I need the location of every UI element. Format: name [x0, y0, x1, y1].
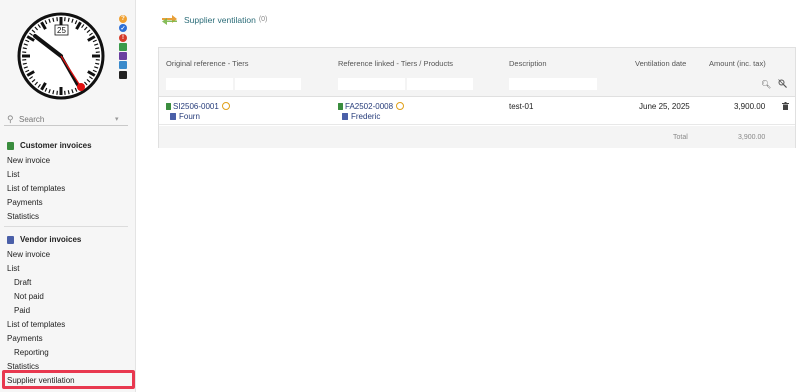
search-filter-icon[interactable]: 🔍︎ — [761, 80, 771, 89]
ventilation-arrows-icon — [162, 15, 177, 25]
clear-filter-icon[interactable] — [778, 79, 787, 88]
filter-linked-tier-input[interactable] — [407, 78, 473, 90]
total-value: 3,900.00 — [738, 134, 766, 141]
menu-heading-label: Vendor invoices — [20, 235, 82, 244]
filter-original-ref[interactable] — [166, 78, 233, 90]
page-header: Supplier ventilation (0) — [160, 12, 267, 27]
menu-heading-vendor-invoices[interactable]: Vendor invoices — [7, 235, 81, 244]
clock-area: 25 ? ✓ ! — [0, 0, 136, 108]
help-icon[interactable]: ? — [119, 15, 127, 23]
quick-icons: ? ✓ ! — [119, 15, 129, 80]
column-header-original-reference[interactable]: Original reference - Tiers — [166, 59, 249, 68]
clock-date: 25 — [57, 26, 66, 35]
filter-original-tier[interactable] — [235, 78, 301, 90]
keyboard-icon[interactable] — [119, 70, 127, 79]
status-circle-icon — [396, 102, 405, 110]
invoice-icon — [7, 141, 14, 150]
linked-tier-cell[interactable]: Frederic — [342, 112, 380, 121]
trash-icon[interactable] — [782, 102, 789, 110]
calculator-icon[interactable] — [119, 52, 127, 61]
menu-heading-label: Customer invoices — [20, 141, 92, 150]
page-count: (0) — [258, 16, 268, 23]
column-header-amount[interactable]: Amount (inc. tax) — [709, 59, 766, 68]
menu-customer-list[interactable]: List — [7, 170, 19, 180]
menu-divider — [4, 226, 128, 227]
linked-tier-link[interactable]: Frederic — [351, 112, 380, 121]
linked-ref-link[interactable]: FA2502-0008 — [345, 102, 393, 111]
filter-description[interactable] — [509, 78, 597, 90]
status-circle-icon — [221, 102, 230, 110]
linked-ref-cell[interactable]: FA2502-0008 — [338, 102, 405, 111]
menu-customer-payments[interactable]: Payments — [7, 198, 43, 208]
original-ref-cell[interactable]: SI2506-0001 — [166, 102, 230, 111]
menu-customer-statistics[interactable]: Statistics — [7, 212, 39, 222]
company-icon — [342, 113, 348, 120]
original-tier-link[interactable]: Fourn — [179, 112, 200, 121]
company-icon — [170, 113, 176, 120]
menu-vendor-list-templates[interactable]: List of templates — [7, 320, 65, 330]
menu-customer-new-invoice[interactable]: New invoice — [7, 156, 50, 166]
menu-vendor-not-paid[interactable]: Not paid — [14, 292, 44, 302]
menu-vendor-paid[interactable]: Paid — [14, 306, 30, 316]
amount-cell: 3,900.00 — [734, 102, 766, 111]
menu-vendor-new-invoice[interactable]: New invoice — [7, 250, 50, 260]
search-field[interactable]: ⚲ ▾ — [4, 113, 128, 126]
filter-original-ref-input[interactable] — [166, 78, 233, 90]
description-cell: test-01 — [509, 102, 534, 111]
original-tier-cell[interactable]: Fourn — [170, 112, 200, 121]
invoice-icon — [7, 235, 14, 244]
filter-original-tier-input[interactable] — [235, 78, 301, 90]
menu-heading-customer-invoices[interactable]: Customer invoices — [7, 141, 92, 150]
date-cell: June 25, 2025 — [639, 102, 690, 111]
filter-linked-tier[interactable] — [407, 78, 473, 90]
filter-description-input[interactable] — [509, 78, 597, 90]
filter-linked-ref[interactable] — [338, 78, 405, 90]
ventilation-table: Original reference - Tiers Reference lin… — [158, 47, 796, 148]
menu-vendor-reporting[interactable]: Reporting — [14, 348, 49, 358]
table-icon[interactable] — [119, 61, 127, 70]
left-sidebar: 25 ? ✓ ! ⚲ ▾ Customer invoices New invoi… — [0, 0, 136, 392]
menu-vendor-list[interactable]: List — [7, 264, 19, 274]
check-icon[interactable]: ✓ — [119, 24, 127, 33]
column-header-description[interactable]: Description — [509, 59, 547, 68]
page-title: Supplier ventilation — [184, 14, 256, 25]
invoice-icon — [338, 103, 343, 110]
total-row: Total 3,900.00 — [159, 126, 795, 148]
user-icon[interactable] — [119, 42, 127, 51]
table-header: Original reference - Tiers Reference lin… — [159, 48, 795, 97]
menu-vendor-payments[interactable]: Payments — [7, 334, 43, 344]
menu-customer-list-templates[interactable]: List of templates — [7, 184, 65, 194]
invoice-icon — [166, 103, 171, 110]
search-icon: ⚲ — [7, 113, 14, 124]
search-input[interactable] — [19, 114, 115, 124]
clock-icon: 25 — [17, 12, 105, 100]
table-row: SI2506-0001 Fourn FA2502-0008 Frederic t… — [159, 97, 795, 125]
column-header-reference-linked[interactable]: Reference linked - Tiers / Products — [338, 59, 453, 68]
menu-vendor-draft[interactable]: Draft — [14, 278, 31, 288]
original-ref-link[interactable]: SI2506-0001 — [173, 102, 219, 111]
alert-icon[interactable]: ! — [119, 33, 127, 42]
chevron-down-icon[interactable]: ▾ — [115, 115, 119, 123]
column-header-ventilation-date[interactable]: Ventilation date — [635, 59, 686, 68]
active-item-highlight — [2, 370, 135, 389]
total-label: Total — [673, 134, 688, 141]
filter-linked-ref-input[interactable] — [338, 78, 405, 90]
